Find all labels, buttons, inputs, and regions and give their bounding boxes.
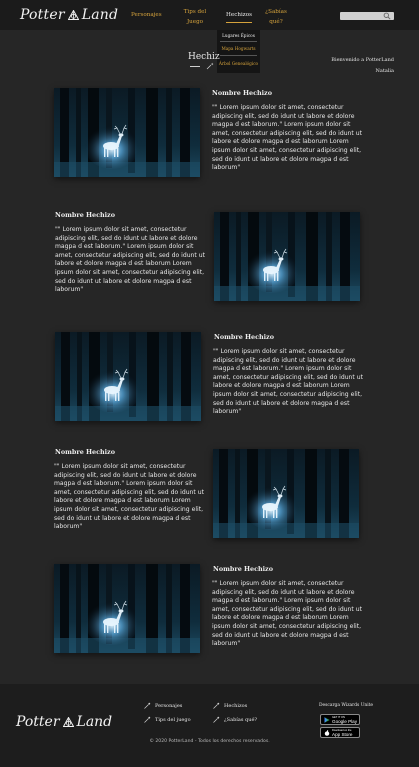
nav-sabias-label: ¿Sabías qué? [265,9,287,25]
spell-description: "" Lorem ipsum dolor sit amet, consectet… [212,104,362,172]
spell-title: Nombre Hechizo [55,211,115,219]
search-icon[interactable] [383,12,391,20]
welcome-message: Bienvenido a PotterLand Natalia [318,55,394,77]
google-play-icon [324,716,330,723]
footer-link-sabias-que[interactable]: ¿Sabías qué? [213,716,257,723]
wand-icon [144,702,151,709]
copyright-text: © 2020 PotterLand - Todos los derechos r… [149,739,270,744]
spell-image [213,449,359,538]
footer-link-tips[interactable]: Tips del juego [144,716,191,723]
footer-link-hechizos[interactable]: Hechizos [213,702,247,709]
app-store-button[interactable]: Download on the App Store [320,727,360,738]
footer-link-label: Hechizos [224,702,248,709]
spell-title: Nombre Hechizo [213,565,273,573]
nav-tips-label: Tips del Juego [183,9,207,25]
google-play-text: Google Play [332,718,358,724]
footer-logo-text-left: Potter [16,714,60,730]
nav-hechizos[interactable]: Hechizos [226,10,252,23]
hechizos-dropdown-menu: Lugares Épicos Mapa Hogwarts Árbol Genea… [217,30,260,73]
app-store-text: App Store [332,731,353,737]
page-title: Hechiz [188,52,220,62]
footer-link-label: ¿Sabías qué? [224,716,258,723]
dropdown-divider [220,55,257,56]
google-play-button[interactable]: GET IT ON Google Play [320,714,360,725]
search-input[interactable] [340,12,394,20]
dropdown-item-lugares-epicos[interactable]: Lugares Épicos [217,33,260,39]
wand-icon [213,702,220,709]
dropdown-item-arbol-genealogico[interactable]: Árbol Genealógico [217,61,260,67]
deathly-hallows-icon [62,717,74,727]
nav-sabias-que[interactable]: ¿Sabías qué? [264,7,288,27]
user-name[interactable]: Natalia [318,66,394,77]
wand-icon [144,716,151,723]
nav-personajes[interactable]: Personajes [131,10,162,20]
dropdown-item-mapa-hogwarts[interactable]: Mapa Hogwarts [217,46,260,52]
deathly-hallows-icon [67,10,79,20]
spell-description: "" Lorem ipsum dolor sit amet, consectet… [55,226,205,294]
download-label: Descarga Wizards Unite [319,703,373,708]
potterland-logo[interactable]: Potter Land [20,7,118,23]
footer-logo[interactable]: Potter Land [16,714,112,730]
spell-image [55,332,201,421]
svg-text:✦: ✦ [211,62,215,67]
spell-description: "" Lorem ipsum dolor sit amet, consectet… [213,348,363,416]
top-navbar: Potter Land Personajes Tips del Juego He… [0,0,419,30]
apple-icon [324,729,330,736]
footer-link-label: Tips del juego [155,716,191,723]
spell-image [54,564,200,653]
spell-image [214,212,360,301]
spell-title: Nombre Hechizo [214,333,274,341]
spell-image [54,88,200,177]
dropdown-divider [220,41,257,42]
wand-icon: ✦ [206,62,214,70]
logo-text-right: Land [81,7,119,23]
welcome-text: Bienvenido a PotterLand [331,57,394,63]
footer-link-personajes[interactable]: Personajes [144,702,182,709]
nav-tips-del-juego[interactable]: Tips del Juego [181,7,209,27]
footer-link-label: Personajes [155,702,183,709]
logo-text-left: Potter [20,7,65,23]
footer: Potter Land Personajes Hechizos Tips del… [0,684,419,767]
spell-title: Nombre Hechizo [212,89,272,97]
spell-description: "" Lorem ipsum dolor sit amet, consectet… [212,580,362,648]
spell-title: Nombre Hechizo [55,448,115,456]
title-divider [190,66,200,67]
wand-icon [213,716,220,723]
footer-logo-text-right: Land [76,714,113,730]
spell-description: "" Lorem ipsum dolor sit amet, consectet… [54,463,204,531]
